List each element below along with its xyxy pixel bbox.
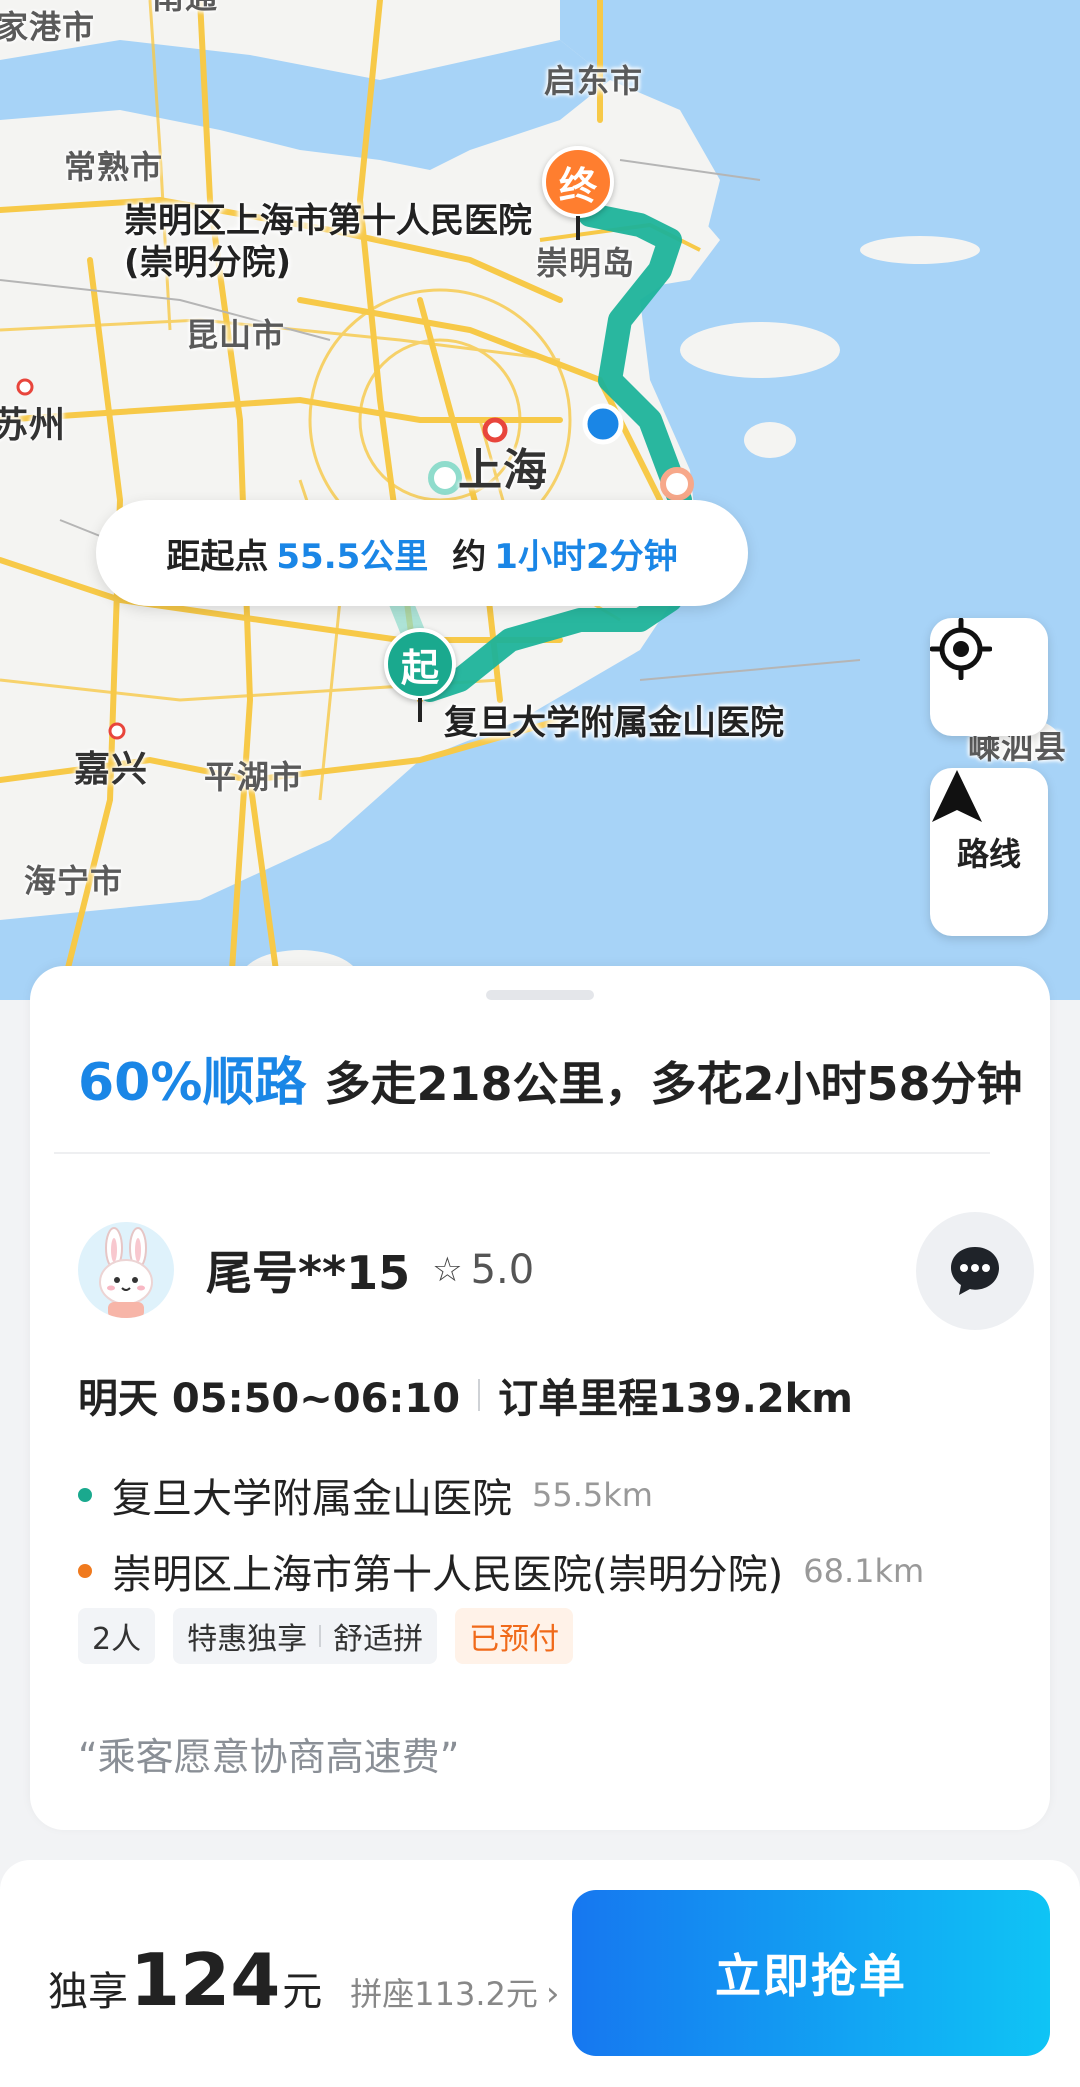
- map-label-zhangjiagang: 家港市: [0, 8, 96, 46]
- map-label-pinghu: 平湖市: [204, 758, 304, 796]
- passenger-rating: 5.0: [470, 1247, 535, 1293]
- map-label-shanghai: 上海: [458, 445, 548, 496]
- end-poi-label[interactable]: 崇明区上海市第十人民医院 (崇明分院): [124, 200, 532, 284]
- tag-a: 特惠独享: [187, 1622, 308, 1657]
- route-button[interactable]: 路线: [930, 768, 1048, 936]
- detour-summary: 60%顺路 多走218公里，多花2小时58分钟: [78, 1040, 1023, 1115]
- map-label-kunshan: 昆山市: [186, 316, 286, 354]
- end-pin: 终: [542, 146, 614, 218]
- map-label-haining: 海宁市: [24, 862, 124, 900]
- map-view[interactable]: 家港市 南通 启东市 常熟市 崇明岛 昆山市 苏州 上海 嘉兴 平湖市 海宁市 …: [0, 0, 1080, 1000]
- service-tag: 特惠独享 舒适拼: [173, 1608, 438, 1664]
- tag-separator: [319, 1625, 322, 1647]
- divider: [54, 1152, 990, 1154]
- passenger-name: 尾号**15: [206, 1246, 411, 1300]
- passenger-row: 尾号**15 ☆ 5.0: [78, 1212, 1034, 1330]
- end-poi-line2: (崇明分院): [124, 243, 292, 283]
- time-row: 明天 05:50~06:10 订单里程139.2km: [78, 1366, 853, 1424]
- start-poi-label[interactable]: 复旦大学附属金山医院: [444, 702, 784, 744]
- bottom-bar: 独享 124 元 拼座113.2元 › 立即抢单: [0, 1860, 1080, 2087]
- detour-percent: 60%顺路: [78, 1053, 307, 1113]
- price-value: 124: [130, 1938, 281, 2022]
- locate-button[interactable]: [930, 618, 1048, 736]
- end-dot-icon: [78, 1564, 92, 1578]
- stop-start-distance: 55.5km: [532, 1476, 653, 1514]
- end-poi-line1: 崇明区上海市第十人民医院: [124, 201, 532, 241]
- time-separator: [478, 1379, 481, 1411]
- map-label-nantong: 南通: [152, 0, 218, 18]
- grab-order-button[interactable]: 立即抢单: [572, 1890, 1050, 2056]
- start-pin: 起: [384, 628, 456, 700]
- detour-text: 多走218公里，多花2小时58分钟: [324, 1057, 1023, 1111]
- distance-value: 55.5公里: [276, 536, 429, 577]
- tag-b: 舒适拼: [333, 1622, 424, 1657]
- map-label-chongming-island: 崇明岛: [536, 244, 636, 282]
- map-label-qidong: 启东市: [544, 62, 644, 100]
- chat-bubble-icon: [951, 1247, 999, 1295]
- price-prefix: 独享: [48, 1969, 128, 2015]
- locate-icon: [930, 618, 992, 680]
- drag-handle[interactable]: [486, 990, 594, 1000]
- paid-tag: 已预付: [455, 1608, 574, 1664]
- chevron-right-icon: ›: [545, 1974, 560, 2014]
- people-tag: 2人: [78, 1608, 156, 1664]
- price-block[interactable]: 独享 124 元 拼座113.2元 ›: [48, 1938, 560, 2022]
- distance-bubble: 距起点 55.5公里 约 1小时2分钟: [96, 500, 748, 606]
- distance-prefix: 距起点: [166, 536, 269, 577]
- rabbit-avatar-icon: [99, 1227, 153, 1318]
- stop-end-name: 崇明区上海市第十人民医院(崇明分院): [112, 1552, 784, 1598]
- passenger-remark: “乘客愿意协商高速费”: [78, 1735, 460, 1779]
- route-button-label: 路线: [956, 835, 1021, 873]
- duration-prefix: 约: [452, 536, 487, 577]
- carpool-price: 拼座113.2元: [350, 1975, 538, 2013]
- order-card: 60%顺路 多走218公里，多花2小时58分钟 尾号**15 ☆ 5.0 明天 …: [30, 966, 1050, 1830]
- start-pin-stick: [418, 698, 422, 722]
- end-pin-stick: [576, 216, 580, 240]
- stop-start-name: 复旦大学附属金山医院: [112, 1476, 512, 1522]
- star-icon: ☆: [432, 1250, 463, 1290]
- start-dot-icon: [78, 1488, 92, 1502]
- chat-button[interactable]: [916, 1212, 1034, 1330]
- stop-end-row: 崇明区上海市第十人民医院(崇明分院) 68.1km: [78, 1542, 924, 1600]
- duration-value: 1小时2分钟: [494, 536, 678, 577]
- stop-end-distance: 68.1km: [803, 1552, 925, 1590]
- map-label-suzhou: 苏州: [0, 405, 67, 446]
- avatar: [78, 1222, 174, 1318]
- map-label-jiaxing: 嘉兴: [74, 749, 149, 790]
- map-label-changshu: 常熟市: [64, 148, 164, 186]
- time-window: 明天 05:50~06:10: [78, 1376, 461, 1422]
- navigation-arrow-icon: [932, 770, 982, 822]
- order-distance: 订单里程139.2km: [498, 1376, 853, 1422]
- price-unit: 元: [282, 1969, 323, 2015]
- tag-row: 2人 特惠独享 舒适拼 已预付: [78, 1608, 574, 1664]
- stop-start-row: 复旦大学附属金山医院 55.5km: [78, 1466, 653, 1524]
